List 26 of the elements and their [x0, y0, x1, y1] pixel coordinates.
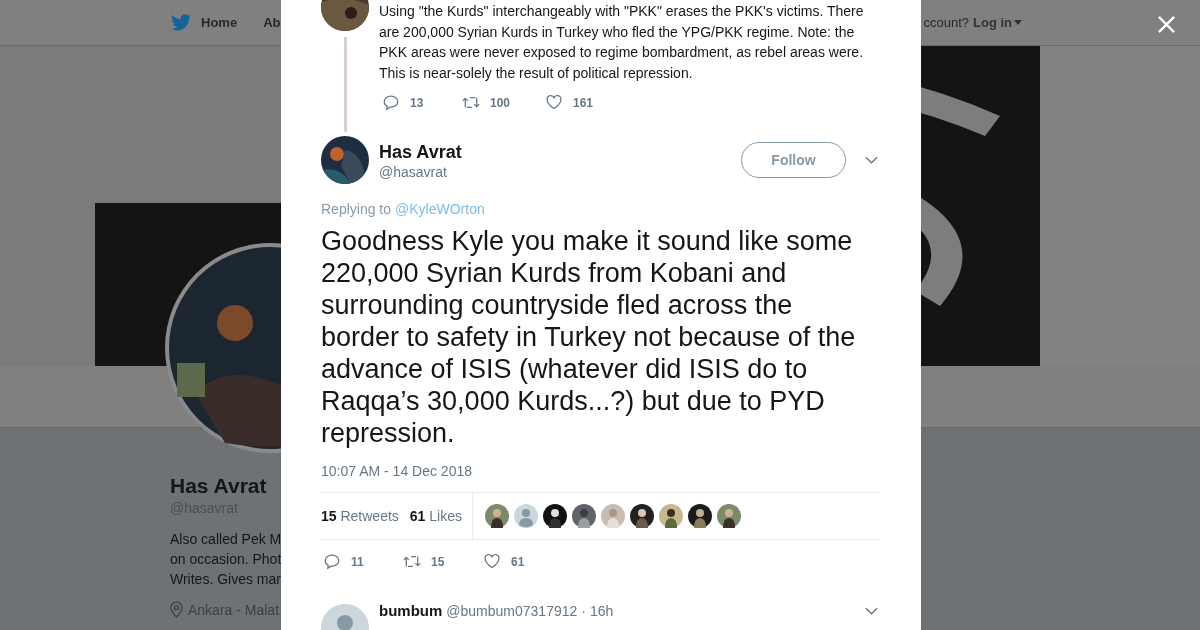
likes-stat[interactable]: 61 Likes — [409, 508, 462, 524]
location-pin-icon — [170, 601, 183, 618]
action-count: 15 — [431, 554, 445, 569]
author-handle[interactable]: @bumbum07317912 — [446, 603, 578, 619]
reply-icon[interactable] — [323, 553, 341, 570]
author-name[interactable]: bumbum — [379, 602, 443, 619]
home-link[interactable]: Home — [201, 15, 238, 30]
login-prompt: ccount? — [923, 15, 969, 30]
retweet-icon[interactable] — [403, 553, 421, 570]
profile-name: Has Avrat — [170, 474, 268, 498]
heart-icon[interactable] — [483, 553, 501, 570]
default-avatar-icon[interactable] — [514, 504, 538, 528]
about-link[interactable]: Ab — [263, 15, 281, 30]
bio-line: Writes. Gives mar — [170, 570, 281, 589]
action-count: 11 — [351, 554, 364, 569]
login-link[interactable]: Log in — [973, 15, 1022, 30]
tweet-timestamp[interactable]: 10:07 AM - 14 Dec 2018 — [321, 463, 881, 479]
chevron-down-icon[interactable] — [865, 607, 878, 615]
retweets-stat[interactable]: 15 Retweets — [321, 508, 399, 524]
close-icon[interactable] — [1157, 15, 1176, 34]
bio-line: on occasion. Phot — [170, 550, 281, 569]
bio-line: Also called Pek M — [170, 530, 281, 549]
caret-icon[interactable] — [1014, 20, 1022, 25]
action-count: 61 — [511, 554, 525, 569]
tweet-time[interactable]: 16h — [590, 603, 614, 619]
separator: · — [581, 603, 586, 619]
